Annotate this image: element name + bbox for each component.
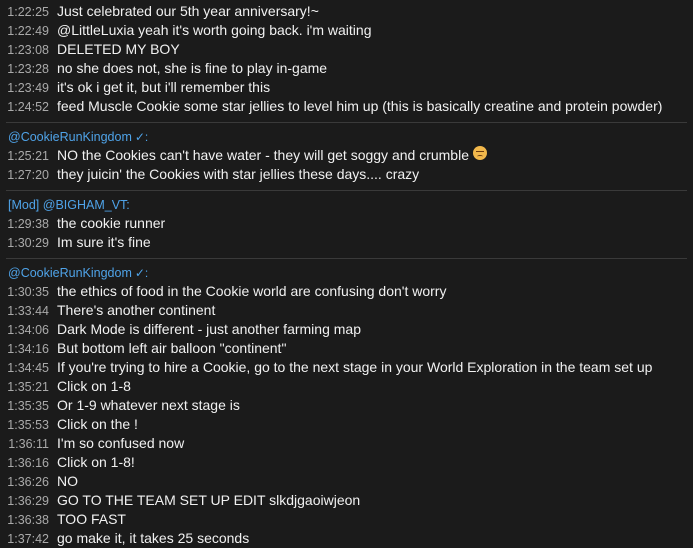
message-timestamp: 1:36:11 bbox=[8, 437, 49, 451]
message-timestamp: 1:36:29 bbox=[7, 494, 49, 508]
message-text: There's another continent bbox=[57, 302, 216, 318]
message-timestamp: 1:37:42 bbox=[7, 532, 49, 546]
chat-message: 1:36:16 Click on 1-8! bbox=[0, 453, 693, 472]
author-header: [Mod] @BIGHAM_VT: bbox=[0, 197, 693, 214]
chat-log: 1:22:25 Just celebrated our 5th year anni… bbox=[0, 0, 693, 548]
message-group-divider bbox=[6, 258, 687, 259]
message-timestamp: 1:22:25 bbox=[7, 5, 49, 19]
author-header: @CookieRunKingdom ✓: bbox=[0, 265, 693, 282]
message-timestamp: 1:36:38 bbox=[7, 513, 49, 527]
disappointed-face-emoji bbox=[472, 146, 487, 160]
chat-message: 1:23:49 it's ok i get it, but i'll rememb… bbox=[0, 78, 693, 97]
message-timestamp: 1:34:45 bbox=[7, 361, 49, 375]
message-timestamp: 1:36:26 bbox=[7, 475, 49, 489]
message-text: no she does not, she is fine to play in-… bbox=[57, 60, 328, 76]
message-timestamp: 1:23:08 bbox=[7, 43, 49, 57]
message-text: Click on 1-8 bbox=[57, 378, 131, 394]
chat-message: 1:36:26 NO bbox=[0, 472, 693, 491]
message-timestamp: 1:23:28 bbox=[7, 62, 49, 76]
message-group: [Mod] @BIGHAM_VT: 1:29:38 the cookie runne… bbox=[0, 195, 693, 254]
message-timestamp: 1:22:49 bbox=[7, 24, 49, 38]
chat-message: 1:23:28 no she does not, she is fine to p… bbox=[0, 59, 693, 78]
author-name[interactable]: @CookieRunKingdom bbox=[8, 266, 132, 280]
message-text: NO the Cookies can't have water - they w… bbox=[57, 147, 469, 163]
message-timestamp: 1:34:16 bbox=[7, 342, 49, 356]
chat-message: 1:36:11 I'm so confused now bbox=[0, 434, 693, 453]
chat-message: 1:35:53 Click on the ! bbox=[0, 415, 693, 434]
chat-message: 1:30:29 Im sure it's fine bbox=[0, 233, 693, 252]
chat-message: 1:34:16 But bottom left air balloon "cont… bbox=[0, 339, 693, 358]
message-text: feed Muscle Cookie some star jellies to … bbox=[57, 98, 663, 114]
message-text: If you're trying to hire a Cookie, go to… bbox=[57, 359, 653, 375]
message-text: go make it, it takes 25 seconds bbox=[57, 530, 250, 546]
chat-message: 1:29:38 the cookie runner bbox=[0, 214, 693, 233]
chat-message: 1:23:08 DELETED MY BOY bbox=[0, 40, 693, 59]
chat-message: 1:24:52 feed Muscle Cookie some star jell… bbox=[0, 97, 693, 116]
chat-message: 1:34:45 If you're trying to hire a Cookie… bbox=[0, 358, 693, 377]
message-text: DELETED MY BOY bbox=[57, 41, 180, 57]
chat-message: 1:35:35 Or 1-9 whatever next stage is bbox=[0, 396, 693, 415]
moderator-badge: [Mod] bbox=[8, 198, 40, 212]
message-timestamp: 1:27:20 bbox=[7, 168, 49, 182]
message-group: @CookieRunKingdom ✓: 1:25:21 NO the Cookies… bbox=[0, 127, 693, 186]
chat-message: 1:36:29 GO TO THE TEAM SET UP EDIT slkdjg… bbox=[0, 491, 693, 510]
message-text: I'm so confused now bbox=[57, 435, 185, 451]
message-group-divider bbox=[6, 122, 687, 123]
chat-message: 1:30:35 the ethics of food in the Cookie … bbox=[0, 282, 693, 301]
message-group-divider bbox=[6, 190, 687, 191]
message-timestamp: 1:33:44 bbox=[7, 304, 49, 318]
author-name[interactable]: @BIGHAM_VT: bbox=[43, 198, 130, 212]
chat-message: 1:37:42 go make it, it takes 25 seconds bbox=[0, 529, 693, 548]
chat-message: 1:22:49 @LittleLuxia yeah it's worth goin… bbox=[0, 21, 693, 40]
message-text: Dark Mode is different - just another fa… bbox=[57, 321, 361, 337]
message-timestamp: 1:34:06 bbox=[7, 323, 49, 337]
message-timestamp: 1:30:35 bbox=[7, 285, 49, 299]
verified-check-icon: ✓: bbox=[134, 130, 149, 144]
chat-message: 1:35:21 Click on 1-8 bbox=[0, 377, 693, 396]
message-text: Just celebrated our 5th year anniversary… bbox=[57, 3, 319, 19]
message-timestamp: 1:24:52 bbox=[7, 100, 49, 114]
message-timestamp: 1:25:21 bbox=[7, 149, 49, 163]
chat-message: 1:36:38 TOO FAST bbox=[0, 510, 693, 529]
message-text: the cookie runner bbox=[57, 215, 166, 231]
author-header: @CookieRunKingdom ✓: bbox=[0, 129, 693, 146]
message-text: the ethics of food in the Cookie world a… bbox=[57, 283, 447, 299]
message-timestamp: 1:30:29 bbox=[7, 236, 49, 250]
author-name[interactable]: @CookieRunKingdom bbox=[8, 130, 132, 144]
chat-message: 1:34:06 Dark Mode is different - just ano… bbox=[0, 320, 693, 339]
message-text: @LittleLuxia yeah it's worth going back.… bbox=[57, 22, 372, 38]
message-timestamp: 1:36:16 bbox=[7, 456, 49, 470]
message-text: NO bbox=[57, 473, 78, 489]
message-text: Click on 1-8! bbox=[57, 454, 135, 470]
message-timestamp: 1:35:53 bbox=[7, 418, 49, 432]
message-text: GO TO THE TEAM SET UP EDIT slkdjgaoiwjeo… bbox=[57, 492, 361, 508]
message-text: Or 1-9 whatever next stage is bbox=[57, 397, 240, 413]
message-group: @CookieRunKingdom ✓: 1:30:35 the ethics of … bbox=[0, 263, 693, 548]
message-text: it's ok i get it, but i'll remember this bbox=[57, 79, 271, 95]
message-timestamp: 1:23:49 bbox=[7, 81, 49, 95]
chat-message: 1:25:21 NO the Cookies can't have water -… bbox=[0, 146, 693, 165]
message-text: TOO FAST bbox=[57, 511, 126, 527]
message-text: Click on the ! bbox=[57, 416, 138, 432]
message-timestamp: 1:29:38 bbox=[7, 217, 49, 231]
chat-message: 1:33:44 There's another continent bbox=[0, 301, 693, 320]
verified-check-icon: ✓: bbox=[134, 266, 149, 280]
message-text: they juicin' the Cookies with star jelli… bbox=[57, 166, 420, 182]
message-text: But bottom left air balloon "continent" bbox=[57, 340, 287, 356]
message-timestamp: 1:35:21 bbox=[7, 380, 49, 394]
message-timestamp: 1:35:35 bbox=[7, 399, 49, 413]
message-text: Im sure it's fine bbox=[57, 234, 151, 250]
message-group: 1:22:25 Just celebrated our 5th year anni… bbox=[0, 0, 693, 118]
chat-message: 1:27:20 they juicin' the Cookies with sta… bbox=[0, 165, 693, 184]
chat-message: 1:22:25 Just celebrated our 5th year anni… bbox=[0, 2, 693, 21]
